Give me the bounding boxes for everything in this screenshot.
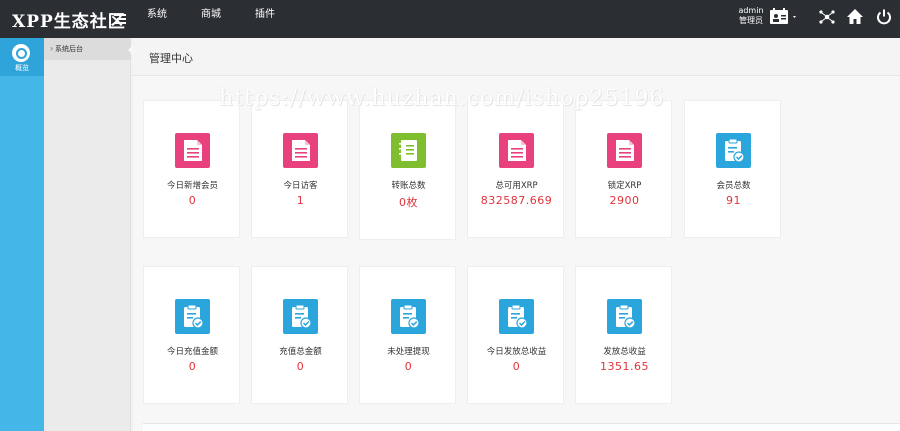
user-role: 管理员 <box>739 16 763 25</box>
document-icon <box>283 133 318 168</box>
nav-item-mall[interactable]: 商城 <box>201 0 221 38</box>
stat-value: 0 <box>188 360 197 373</box>
document-icon <box>499 133 534 168</box>
page-title: 管理中心 <box>149 52 193 65</box>
stat-card-locked-xrp[interactable]: 锁定XRP 2900 <box>575 100 672 238</box>
stat-value: 1351.65 <box>600 360 649 373</box>
network-icon[interactable] <box>818 8 836 26</box>
stat-card-visitors-today[interactable]: 今日访客 1 <box>251 100 348 238</box>
stat-label: 今日新增会员 <box>166 181 218 191</box>
dashboard-icon <box>12 44 30 62</box>
stat-value: 0 <box>188 194 197 207</box>
clipboard-check-icon <box>499 299 534 334</box>
rail-item-label: 概览 <box>15 64 29 72</box>
stat-value: 2900 <box>609 194 640 207</box>
stat-value: 0 <box>512 360 521 373</box>
stat-card-recharge-today[interactable]: 今日充值金额 0 <box>143 266 240 404</box>
stat-card-available-xrp[interactable]: 总可用XRP 832587.669 <box>467 100 564 238</box>
stat-label: 会员总数 <box>716 181 751 191</box>
document-icon <box>175 133 210 168</box>
stat-card-earnings-today[interactable]: 今日发放总收益 0 <box>467 266 564 404</box>
clipboard-check-icon <box>175 299 210 334</box>
top-nav: 系统 商城 插件 <box>147 0 309 38</box>
profile-card-icon[interactable] <box>769 8 799 26</box>
stat-value: 0枚 <box>399 196 418 209</box>
stat-value: 91 <box>726 194 741 207</box>
bottom-panel <box>143 423 900 431</box>
home-icon[interactable] <box>846 8 864 26</box>
clipboard-check-icon <box>716 133 751 168</box>
stat-label: 总可用XRP <box>495 181 538 191</box>
stat-card-new-members[interactable]: 今日新增会员 0 <box>143 100 240 238</box>
nav-item-system[interactable]: 系统 <box>147 0 167 38</box>
stat-label: 发放总收益 <box>603 347 646 357</box>
stat-card-pending-withdrawals[interactable]: 未处理提现 0 <box>359 266 456 404</box>
stat-card-members-total[interactable]: 会员总数 91 <box>684 100 781 238</box>
stat-label: 转账总数 <box>391 181 426 191</box>
stat-card-recharge-total[interactable]: 充值总金额 0 <box>251 266 348 404</box>
document-icon <box>607 133 642 168</box>
menu-toggle-icon[interactable] <box>114 14 126 24</box>
sub-sidebar: 系统后台 <box>44 38 131 431</box>
stat-label: 锁定XRP <box>607 181 642 191</box>
main-content: 管理中心 今日新增会员 0 今日访客 1 转账总数 0枚 总可用XRP 8325… <box>133 38 900 431</box>
user-name: admin <box>738 6 764 15</box>
top-bar: XPP生态社区 系统 商城 插件 admin 管理员 <box>0 0 900 38</box>
stat-label: 今日充值金额 <box>166 347 218 357</box>
power-icon[interactable] <box>875 8 893 26</box>
clipboard-check-icon <box>391 299 426 334</box>
clipboard-check-icon <box>607 299 642 334</box>
clipboard-check-icon <box>283 299 318 334</box>
stat-value: 832587.669 <box>480 194 553 207</box>
stat-card-earnings-total[interactable]: 发放总收益 1351.65 <box>575 266 672 404</box>
stat-card-transfers-total[interactable]: 转账总数 0枚 <box>359 100 456 240</box>
stat-label: 今日访客 <box>283 181 318 191</box>
user-info[interactable]: admin 管理员 <box>735 6 767 26</box>
brand-logo: XPP生态社区 <box>12 12 126 32</box>
stat-value: 0 <box>404 360 413 373</box>
icon-rail: 概览 <box>0 38 44 431</box>
page-header: 管理中心 <box>133 38 900 76</box>
stat-label: 今日发放总收益 <box>486 347 547 357</box>
stat-label: 未处理提现 <box>387 347 430 357</box>
notebook-icon <box>391 133 426 168</box>
subnav-item-system-backend[interactable]: 系统后台 <box>44 38 131 60</box>
rail-item-overview[interactable]: 概览 <box>0 38 44 76</box>
stat-label: 充值总金额 <box>279 347 322 357</box>
nav-item-plugins[interactable]: 插件 <box>255 0 275 38</box>
stat-value: 1 <box>296 194 305 207</box>
stat-value: 0 <box>296 360 305 373</box>
